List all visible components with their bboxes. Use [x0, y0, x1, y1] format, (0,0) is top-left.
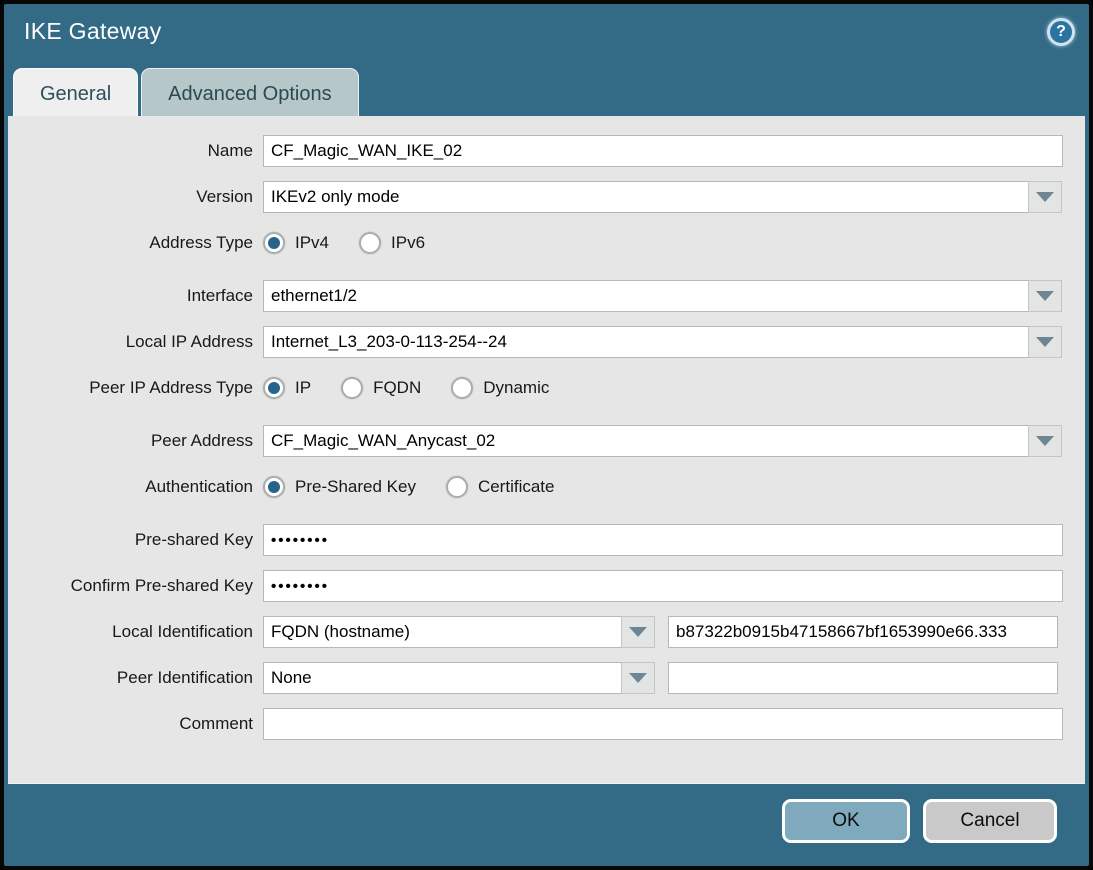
interface-dropdown-button[interactable]: [1028, 280, 1062, 312]
local-ip-address-input[interactable]: [263, 326, 1029, 358]
tab-bar: General Advanced Options: [4, 68, 1089, 116]
radio-pre-shared-key-label[interactable]: Pre-Shared Key: [295, 477, 416, 497]
peer-address-label: Peer Address: [8, 425, 263, 457]
radio-certificate[interactable]: [446, 476, 468, 498]
peer-identification-dropdown-button[interactable]: [621, 662, 655, 694]
interface-row: Interface: [8, 280, 1085, 312]
radio-ipv6[interactable]: [359, 232, 381, 254]
confirm-pre-shared-key-input[interactable]: [263, 570, 1063, 602]
peer-address-input[interactable]: [263, 425, 1029, 457]
radio-ip[interactable]: [263, 377, 285, 399]
confirm-pre-shared-key-row: Confirm Pre-shared Key: [8, 570, 1085, 602]
ike-gateway-dialog: IKE Gateway ? General Advanced Options N…: [0, 0, 1093, 870]
address-type-row: Address Type IPv4 IPv6: [8, 231, 1085, 255]
peer-identification-label: Peer Identification: [8, 662, 263, 694]
local-identification-type-select[interactable]: [263, 616, 622, 648]
radio-ipv4[interactable]: [263, 232, 285, 254]
peer-address-dropdown-button[interactable]: [1028, 425, 1062, 457]
version-row: Version: [8, 181, 1085, 213]
title-bar: IKE Gateway ?: [4, 4, 1089, 62]
chevron-down-icon: [1036, 291, 1054, 301]
name-label: Name: [8, 135, 263, 167]
authentication-label: Authentication: [8, 475, 263, 499]
radio-certificate-label[interactable]: Certificate: [478, 477, 555, 497]
local-ip-address-dropdown-button[interactable]: [1028, 326, 1062, 358]
name-row: Name: [8, 135, 1085, 167]
chevron-down-icon: [629, 627, 647, 637]
peer-identification-type-select[interactable]: [263, 662, 622, 694]
radio-ipv4-label[interactable]: IPv4: [295, 233, 329, 253]
radio-dynamic-label[interactable]: Dynamic: [483, 378, 549, 398]
comment-row: Comment: [8, 708, 1085, 740]
radio-selected-dot: [268, 382, 280, 394]
local-identification-label: Local Identification: [8, 616, 263, 648]
peer-address-row: Peer Address: [8, 425, 1085, 457]
cancel-button[interactable]: Cancel: [923, 799, 1057, 843]
footer-bar: OK Cancel: [4, 784, 1089, 866]
tab-advanced-options[interactable]: Advanced Options: [141, 68, 358, 116]
ok-button[interactable]: OK: [782, 799, 910, 843]
pre-shared-key-label: Pre-shared Key: [8, 524, 263, 556]
chevron-down-icon: [629, 673, 647, 683]
peer-ip-address-type-row: Peer IP Address Type IP FQDN Dynamic: [8, 376, 1085, 400]
radio-ip-label[interactable]: IP: [295, 378, 311, 398]
radio-ipv6-label[interactable]: IPv6: [391, 233, 425, 253]
radio-fqdn-label[interactable]: FQDN: [373, 378, 421, 398]
radio-pre-shared-key[interactable]: [263, 476, 285, 498]
address-type-label: Address Type: [8, 231, 263, 255]
general-tab-panel: Name Version Address Type IPv4: [8, 116, 1085, 784]
peer-ip-address-type-label: Peer IP Address Type: [8, 376, 263, 400]
local-identification-value-input[interactable]: [668, 616, 1058, 648]
tab-general[interactable]: General: [13, 68, 138, 116]
radio-fqdn[interactable]: [341, 377, 363, 399]
local-ip-address-row: Local IP Address: [8, 326, 1085, 358]
pre-shared-key-row: Pre-shared Key: [8, 524, 1085, 556]
local-ip-address-label: Local IP Address: [8, 326, 263, 358]
help-icon[interactable]: ?: [1047, 18, 1075, 46]
name-input[interactable]: [263, 135, 1063, 167]
chevron-down-icon: [1036, 436, 1054, 446]
local-identification-dropdown-button[interactable]: [621, 616, 655, 648]
comment-input[interactable]: [263, 708, 1063, 740]
radio-selected-dot: [268, 481, 280, 493]
version-input[interactable]: [263, 181, 1029, 213]
peer-identification-row: Peer Identification: [8, 662, 1085, 694]
version-dropdown-button[interactable]: [1028, 181, 1062, 213]
pre-shared-key-input[interactable]: [263, 524, 1063, 556]
radio-selected-dot: [268, 237, 280, 249]
interface-label: Interface: [8, 280, 263, 312]
authentication-row: Authentication Pre-Shared Key Certificat…: [8, 475, 1085, 499]
peer-identification-value-input[interactable]: [668, 662, 1058, 694]
comment-label: Comment: [8, 708, 263, 740]
version-label: Version: [8, 181, 263, 213]
interface-input[interactable]: [263, 280, 1029, 312]
local-identification-row: Local Identification: [8, 616, 1085, 648]
chevron-down-icon: [1036, 192, 1054, 202]
radio-dynamic[interactable]: [451, 377, 473, 399]
chevron-down-icon: [1036, 337, 1054, 347]
confirm-pre-shared-key-label: Confirm Pre-shared Key: [8, 570, 263, 602]
dialog-title: IKE Gateway: [24, 18, 162, 45]
